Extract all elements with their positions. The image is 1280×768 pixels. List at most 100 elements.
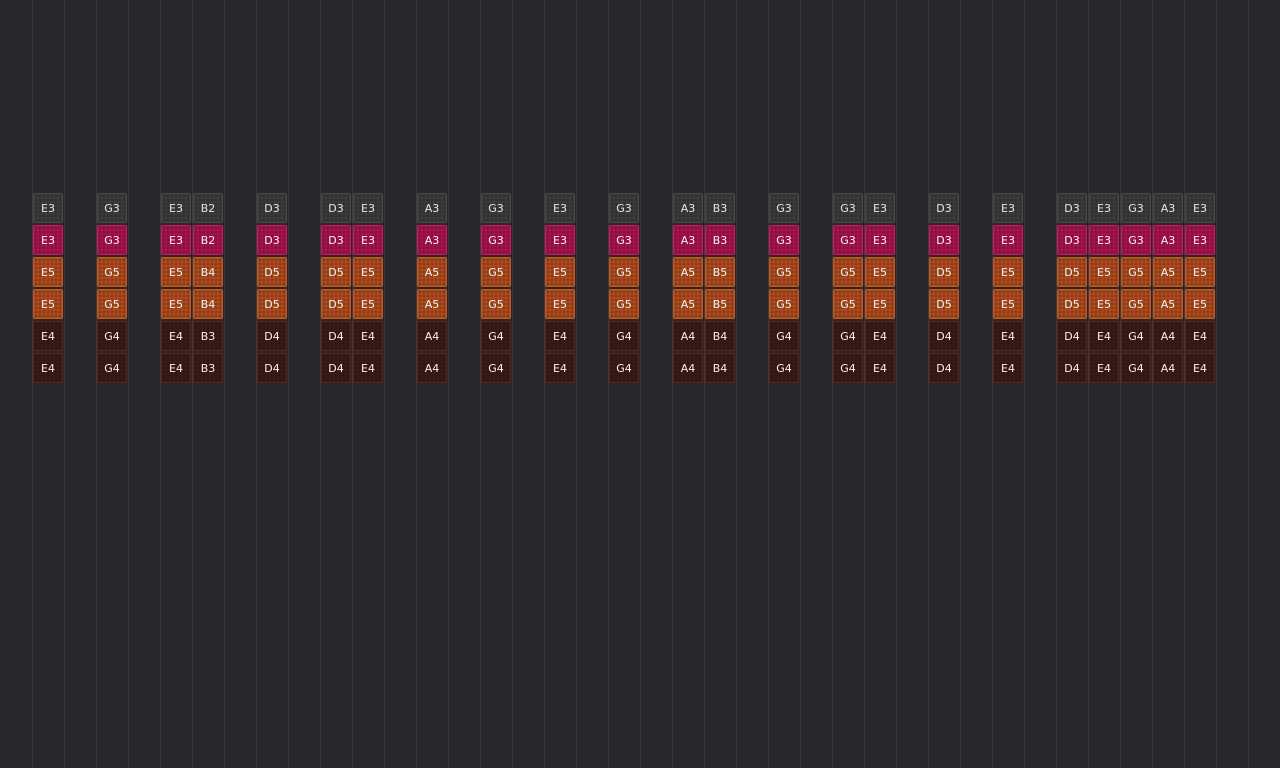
note-cell[interactable]: E3 [993, 193, 1023, 223]
note-cell[interactable]: D5 [929, 257, 959, 287]
note-cell[interactable]: G5 [481, 257, 511, 287]
note-cell[interactable]: G3 [609, 193, 639, 223]
note-cell[interactable]: G5 [1121, 289, 1151, 319]
note-cell[interactable]: A3 [1153, 193, 1183, 223]
note-cell[interactable]: B3 [705, 193, 735, 223]
note-cell[interactable]: E5 [353, 289, 383, 319]
note-cell[interactable]: G4 [1121, 353, 1151, 383]
note-cell[interactable]: E5 [865, 289, 895, 319]
note-cell[interactable]: G5 [769, 257, 799, 287]
note-cell[interactable]: E4 [865, 353, 895, 383]
note-cell[interactable]: E3 [1089, 225, 1119, 255]
note-cell[interactable]: D4 [257, 353, 287, 383]
note-cell[interactable]: E3 [33, 225, 63, 255]
note-cell[interactable]: E4 [545, 353, 575, 383]
note-cell[interactable]: E3 [353, 193, 383, 223]
note-cell[interactable]: E3 [865, 193, 895, 223]
note-cell[interactable]: B4 [193, 257, 223, 287]
note-cell[interactable]: E4 [161, 321, 191, 351]
note-cell[interactable]: A3 [417, 193, 447, 223]
note-cell[interactable]: A4 [673, 321, 703, 351]
note-cell[interactable]: D5 [321, 289, 351, 319]
note-cell[interactable]: E5 [993, 289, 1023, 319]
note-cell[interactable]: G4 [97, 353, 127, 383]
note-cell[interactable]: A4 [673, 353, 703, 383]
note-cell[interactable]: G3 [97, 193, 127, 223]
note-cell[interactable]: D4 [321, 321, 351, 351]
note-cell[interactable]: E5 [1089, 257, 1119, 287]
note-cell[interactable]: E4 [993, 321, 1023, 351]
note-cell[interactable]: D5 [1057, 289, 1087, 319]
note-cell[interactable]: G4 [833, 321, 863, 351]
note-cell[interactable]: D3 [929, 193, 959, 223]
note-cell[interactable]: B4 [705, 353, 735, 383]
note-cell[interactable]: G4 [609, 353, 639, 383]
note-cell[interactable]: G5 [609, 257, 639, 287]
note-cell[interactable]: B4 [705, 321, 735, 351]
note-cell[interactable]: E4 [161, 353, 191, 383]
note-cell[interactable]: G3 [481, 193, 511, 223]
note-cell[interactable]: E4 [1185, 321, 1215, 351]
note-cell[interactable]: G3 [769, 193, 799, 223]
note-cell[interactable]: A4 [1153, 353, 1183, 383]
note-cell[interactable]: E3 [1185, 193, 1215, 223]
note-cell[interactable]: G3 [481, 225, 511, 255]
note-cell[interactable]: B2 [193, 225, 223, 255]
note-cell[interactable]: G3 [1121, 193, 1151, 223]
note-cell[interactable]: E3 [545, 225, 575, 255]
note-cell[interactable]: E4 [993, 353, 1023, 383]
note-cell[interactable]: D3 [257, 225, 287, 255]
note-cell[interactable]: A5 [673, 289, 703, 319]
note-cell[interactable]: B3 [705, 225, 735, 255]
note-cell[interactable]: G5 [97, 289, 127, 319]
note-cell[interactable]: D5 [257, 257, 287, 287]
note-cell[interactable]: G5 [97, 257, 127, 287]
note-cell[interactable]: G3 [769, 225, 799, 255]
note-cell[interactable]: D4 [1057, 321, 1087, 351]
note-cell[interactable]: B3 [193, 321, 223, 351]
note-cell[interactable]: E5 [161, 289, 191, 319]
note-cell[interactable]: E3 [545, 193, 575, 223]
note-cell[interactable]: E5 [865, 257, 895, 287]
note-cell[interactable]: G5 [1121, 257, 1151, 287]
note-cell[interactable]: G4 [769, 321, 799, 351]
note-cell[interactable]: G4 [609, 321, 639, 351]
note-cell[interactable]: E5 [1089, 289, 1119, 319]
note-cell[interactable]: E3 [1185, 225, 1215, 255]
note-cell[interactable]: A5 [417, 289, 447, 319]
note-cell[interactable]: D4 [321, 353, 351, 383]
note-cell[interactable]: G5 [769, 289, 799, 319]
note-cell[interactable]: E4 [353, 353, 383, 383]
note-cell[interactable]: G4 [481, 353, 511, 383]
note-cell[interactable]: B2 [193, 193, 223, 223]
note-cell[interactable]: A5 [1153, 257, 1183, 287]
note-cell[interactable]: E5 [33, 257, 63, 287]
note-cell[interactable]: G4 [97, 321, 127, 351]
note-cell[interactable]: E3 [353, 225, 383, 255]
note-cell[interactable]: E4 [1089, 353, 1119, 383]
note-cell[interactable]: E4 [353, 321, 383, 351]
note-cell[interactable]: E4 [545, 321, 575, 351]
note-cell[interactable]: B3 [193, 353, 223, 383]
note-cell[interactable]: D3 [321, 225, 351, 255]
note-cell[interactable]: A5 [1153, 289, 1183, 319]
note-cell[interactable]: D5 [1057, 257, 1087, 287]
note-cell[interactable]: A5 [673, 257, 703, 287]
note-cell[interactable]: A4 [417, 353, 447, 383]
note-cell[interactable]: A3 [417, 225, 447, 255]
note-cell[interactable]: D5 [257, 289, 287, 319]
note-cell[interactable]: G3 [609, 225, 639, 255]
note-cell[interactable]: E3 [161, 193, 191, 223]
note-cell[interactable]: D3 [257, 193, 287, 223]
note-cell[interactable]: E5 [545, 257, 575, 287]
note-cell[interactable]: D3 [321, 193, 351, 223]
note-cell[interactable]: E5 [1185, 289, 1215, 319]
note-cell[interactable]: B5 [705, 289, 735, 319]
note-cell[interactable]: G4 [769, 353, 799, 383]
note-cell[interactable]: D4 [1057, 353, 1087, 383]
note-cell[interactable]: E3 [865, 225, 895, 255]
note-cell[interactable]: E4 [1185, 353, 1215, 383]
note-cell[interactable]: G5 [609, 289, 639, 319]
note-cell[interactable]: E4 [33, 353, 63, 383]
note-cell[interactable]: G5 [481, 289, 511, 319]
